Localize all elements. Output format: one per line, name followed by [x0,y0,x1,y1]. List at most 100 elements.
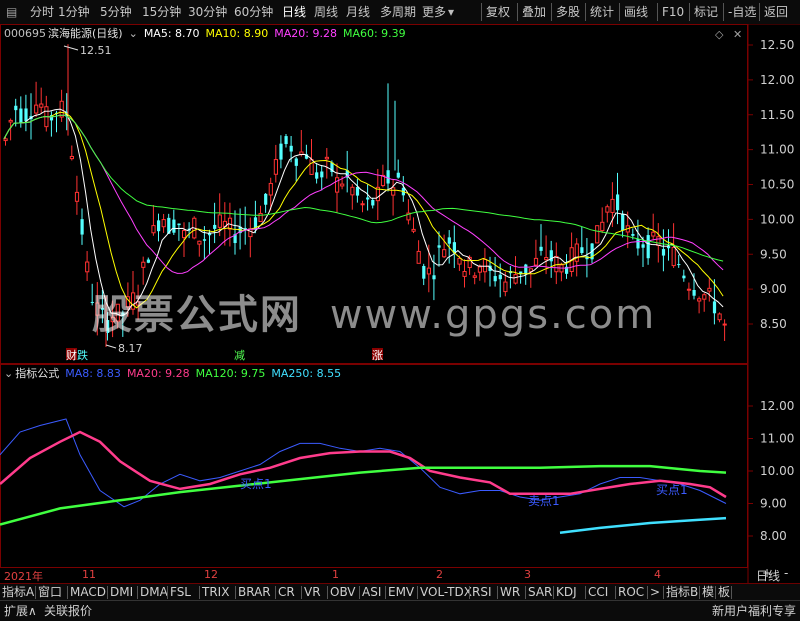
watermark: 股票公式网 www.gpgs.com [0,282,748,340]
divider [525,586,526,599]
candle-body [661,249,666,256]
candle-body [677,264,681,266]
indicator-tab-brar[interactable]: BRAR [238,585,271,600]
candle-body [141,261,146,268]
candle-body [422,265,426,279]
candle-body [355,187,360,196]
diamond-icon[interactable]: ◇ [715,28,724,41]
price-tick-label: 10.50 [760,178,794,192]
candle-body [605,206,610,213]
price-tick-label: 10.00 [760,212,794,226]
candle-body [85,261,90,273]
candle-body [636,239,640,249]
divider [167,586,168,599]
indicator-tab-roc[interactable]: ROC [618,585,644,600]
indicator-tab-[interactable]: > [650,585,660,600]
candle-body [416,250,421,264]
indicator-tab-vr[interactable]: VR [304,585,321,600]
indicator-tab-trix[interactable]: TRIX [202,585,229,600]
indicator-name[interactable]: 指标公式 [15,367,59,380]
date-mar: 3 [524,568,531,581]
event-marker-finance[interactable]: 财 [66,348,77,362]
indicator-tab-[interactable]: 模 [702,585,714,600]
candle-body [289,145,293,152]
candle-body [350,186,355,196]
buy-point-label: 买点1 [656,483,688,497]
divider [301,586,302,599]
indicator-tab-cr[interactable]: CR [278,585,295,600]
divider [715,586,716,599]
indicator-tab-emv[interactable]: EMV [388,585,414,600]
candle-body [80,219,84,235]
indicator-tab-[interactable]: 板 [718,585,730,600]
divider [553,586,554,599]
indicator-tabs: 指标A 窗口 MACD DMI DMA FSL TRIX BRAR CR VR OBV ASI EMV V… [0,566,800,601]
date-axis: 2021年 11 12 1 2 3 4 [0,568,748,583]
date-dec: 12 [204,568,218,581]
candle-body [8,119,13,123]
candle-body [202,239,207,241]
price-tick-label: 12.00 [760,73,794,87]
indicator-tick-label: 8.00 [760,529,787,543]
indicator-tab-dmi[interactable]: DMI [110,585,133,600]
candle-body [600,221,605,232]
candle-body [157,220,161,232]
ma60-line [3,114,724,262]
linked-quote-button[interactable]: 关联报价 [44,603,92,619]
chevron-down-icon[interactable]: ⌄ [129,27,138,40]
indicator-tab-kdj[interactable]: KDJ [556,585,577,600]
candle-body [472,275,477,278]
divider [417,586,418,599]
indicator-tab-rsi[interactable]: RSI [472,585,492,600]
candle-body [656,236,661,246]
event-marker-down[interactable]: 跌 [77,348,88,362]
candle-body [182,230,187,239]
candle-body [524,264,528,275]
candle-body [335,177,340,193]
ind-ma8-line [0,418,727,508]
event-marker-up[interactable]: 涨 [372,349,383,362]
divider [647,586,648,599]
close-icon[interactable]: ✕ [733,28,742,41]
indicator-tab-sar[interactable]: SAR [528,585,552,600]
stock-name: 滨海能源(日线) [48,27,123,40]
candle-body [34,104,39,114]
indicator-tab-cci[interactable]: CCI [588,585,608,600]
add-icon[interactable]: + [762,566,772,581]
candle-body [498,274,502,280]
chevron-down-icon[interactable]: ⌄ [4,367,13,380]
indicator-tab-fsl[interactable]: FSL [170,585,191,600]
candle-body [74,191,80,202]
candle-body [371,199,375,206]
date-feb: 2 [436,568,443,581]
candle-body [320,171,324,178]
candle-body [610,198,615,213]
indicator-tab-asi[interactable]: ASI [362,585,381,600]
candle-body [539,246,543,251]
date-apr: 4 [654,568,661,581]
indicator-tab-dma[interactable]: DMA [140,585,168,600]
ind-ma120-legend: MA120: 9.75 [195,367,266,380]
expand-button[interactable]: 扩展∧ [4,603,37,619]
divider [235,586,236,599]
new-user-promo[interactable]: 新用户福利专享 [712,603,796,619]
indicator-tab-wr[interactable]: WR [500,585,520,600]
indicator-tick-label: 12.00 [760,399,794,413]
indicator-tab-voltdx[interactable]: VOL-TDX [420,585,472,600]
candle-body [177,223,181,226]
divider [699,586,700,599]
indicator-tab-a[interactable]: 指标A [2,585,34,600]
candle-body [641,244,645,248]
candle-body [391,187,396,196]
ma5-legend: MA5: 8.70 [143,27,200,40]
minus-icon[interactable]: - [784,566,788,581]
watermark-cn: 股票公式网 [91,292,302,338]
indicator-tick-label: 10.00 [760,464,794,478]
indicator-tab-macd[interactable]: MACD [70,585,106,600]
low-pointer [105,344,117,349]
event-marker-reduce[interactable]: 减 [234,349,245,362]
candle-body [442,249,447,258]
indicator-tab-[interactable]: 窗口 [38,585,62,600]
indicator-tab-b[interactable]: 指标B [666,585,698,600]
indicator-tab-obv[interactable]: OBV [330,585,356,600]
